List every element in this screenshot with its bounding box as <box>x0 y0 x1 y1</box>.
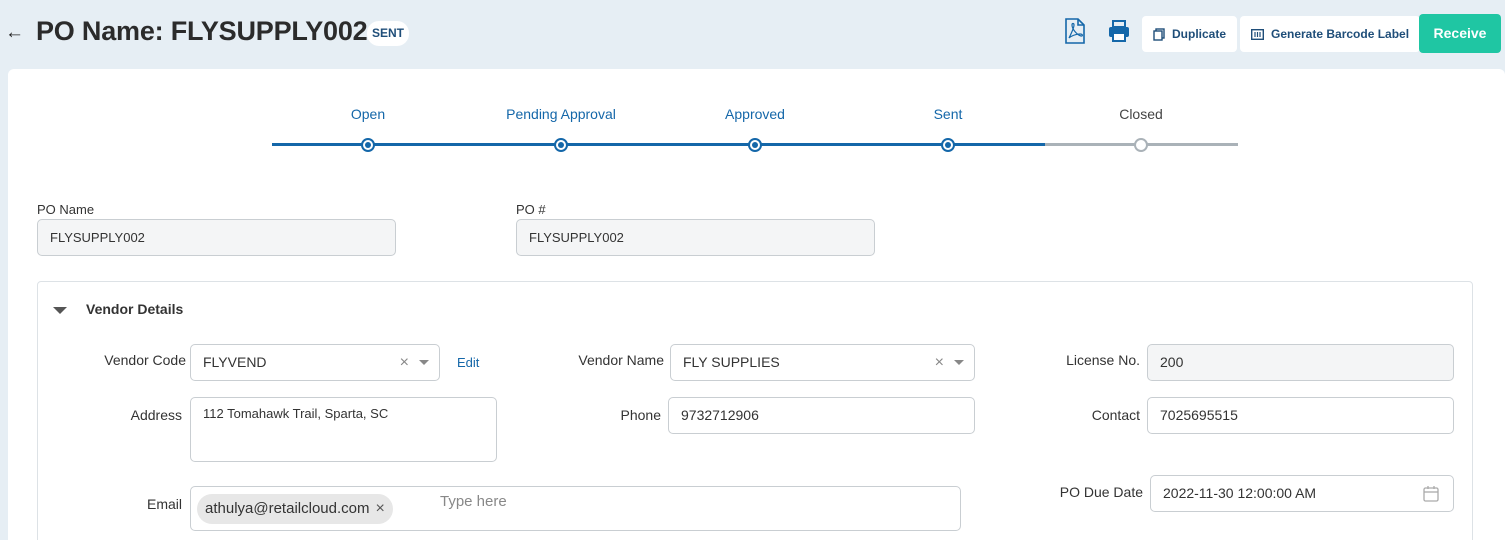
copy-icon <box>1153 27 1165 41</box>
clear-icon[interactable]: × <box>935 345 944 380</box>
status-badge: SENT <box>367 21 410 46</box>
step-dot-sent <box>941 138 955 152</box>
step-label-approved: Approved <box>725 106 785 122</box>
vendor-code-value: FLYVEND <box>203 354 267 370</box>
address-label: Address <box>130 407 182 423</box>
vendor-details-title[interactable]: Vendor Details <box>86 301 183 317</box>
step-dot-closed <box>1134 138 1148 152</box>
printer-icon[interactable] <box>1107 18 1133 48</box>
vendor-name-select[interactable]: FLY SUPPLIES × <box>670 344 975 381</box>
clear-icon[interactable]: × <box>400 345 409 380</box>
step-label-closed: Closed <box>1119 106 1163 122</box>
chevron-down-icon[interactable] <box>954 360 964 365</box>
arrow-left-icon[interactable]: ← <box>5 22 24 44</box>
email-chip-label: athulya@retailcloud.com <box>205 500 370 517</box>
po-number-label: PO # <box>516 202 546 217</box>
calendar-icon[interactable] <box>1423 485 1439 502</box>
phone-label: Phone <box>620 407 661 423</box>
vendor-name-value: FLY SUPPLIES <box>683 354 780 370</box>
address-textarea[interactable]: 112 Tomahawk Trail, Sparta, SC <box>190 397 497 462</box>
license-label: License No. <box>1066 352 1140 368</box>
duplicate-button[interactable]: Duplicate <box>1142 16 1238 52</box>
po-due-date-field[interactable]: 2022-11-30 12:00:00 AM <box>1150 475 1454 512</box>
stepper-progress-line <box>272 143 1045 146</box>
page-header: ← PO Name: FLYSUPPLY002 SENT Duplicate G… <box>0 0 1505 68</box>
receive-button[interactable]: Receive <box>1419 14 1501 53</box>
po-name-label: PO Name <box>37 202 95 217</box>
po-due-date-label: PO Due Date <box>1059 484 1143 500</box>
remove-chip-icon[interactable]: × <box>375 494 384 524</box>
contact-label: Contact <box>1091 407 1140 423</box>
vendor-code-select[interactable]: FLYVEND × <box>190 344 440 381</box>
step-label-pending-approval: Pending Approval <box>506 106 616 122</box>
step-label-open: Open <box>350 106 386 122</box>
step-dot-open <box>361 138 375 152</box>
vendor-details-panel: Vendor Details Vendor Code FLYVEND × Edi… <box>37 281 1473 540</box>
duplicate-label: Duplicate <box>1172 27 1227 41</box>
page-title: PO Name: FLYSUPPLY002 <box>36 16 368 46</box>
chevron-down-icon[interactable] <box>419 360 429 365</box>
po-name-field[interactable]: FLYSUPPLY002 <box>37 219 396 256</box>
caret-down-icon[interactable] <box>53 307 67 314</box>
generate-barcode-button[interactable]: Generate Barcode Label <box>1240 16 1421 52</box>
email-tag-input[interactable]: athulya@retailcloud.com × Type here <box>190 486 961 531</box>
po-due-date-value: 2022-11-30 12:00:00 AM <box>1163 485 1317 501</box>
vendor-name-label: Vendor Name <box>578 352 664 368</box>
email-label: Email <box>146 496 182 512</box>
license-field[interactable]: 200 <box>1147 344 1454 381</box>
po-number-field[interactable]: FLYSUPPLY002 <box>516 219 875 256</box>
barcode-icon <box>1251 28 1264 40</box>
po-detail-card: Open Pending Approval Approved Sent Clos… <box>8 69 1505 540</box>
step-label-sent: Sent <box>933 106 963 122</box>
vendor-edit-link[interactable]: Edit <box>457 355 479 370</box>
phone-field[interactable]: 9732712906 <box>668 397 975 434</box>
vendor-code-label: Vendor Code <box>104 352 186 368</box>
email-chip: athulya@retailcloud.com × <box>197 494 393 524</box>
step-dot-approved <box>748 138 762 152</box>
email-input-placeholder[interactable]: Type here <box>440 484 507 519</box>
generate-barcode-label: Generate Barcode Label <box>1271 27 1410 41</box>
contact-field[interactable]: 7025695515 <box>1147 397 1454 434</box>
step-dot-pending-approval <box>554 138 568 152</box>
pdf-icon[interactable] <box>1064 18 1090 48</box>
